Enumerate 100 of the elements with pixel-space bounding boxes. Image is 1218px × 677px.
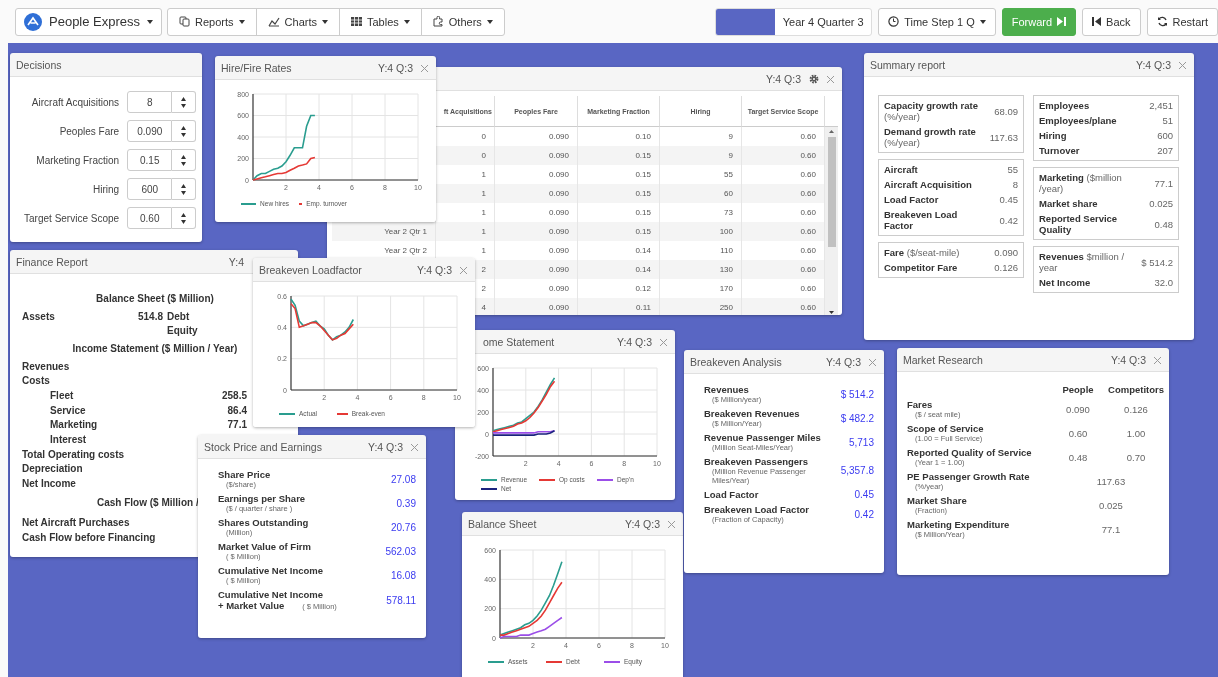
close-icon[interactable] xyxy=(869,358,876,366)
stepper-button[interactable] xyxy=(172,91,196,113)
menu-button[interactable]: Others xyxy=(420,7,505,36)
metric-label: + Market Value xyxy=(218,600,285,611)
close-icon[interactable] xyxy=(827,75,834,83)
refresh-icon xyxy=(1156,16,1168,27)
caret-icon xyxy=(322,19,328,24)
metric-label: Market Value of Firm xyxy=(218,541,311,552)
period-label: Year 4 Quarter 3 xyxy=(781,14,865,30)
period-label: Y:4 Q:3 xyxy=(1135,59,1171,71)
menu-button[interactable]: Charts xyxy=(255,7,340,36)
dropdown-button[interactable]: Time Step 1 Q xyxy=(878,7,996,36)
menu-button[interactable]: Tables xyxy=(339,7,422,36)
row-label: Equity xyxy=(167,325,198,337)
row-label: Depreciation xyxy=(22,463,83,475)
legend-swatch xyxy=(279,412,295,415)
close-icon[interactable] xyxy=(411,443,418,451)
metric-value: 0.60 xyxy=(1067,427,1089,439)
caret-icon xyxy=(147,19,154,24)
number-field[interactable]: 0.60 xyxy=(127,207,173,229)
metric-value: 8 xyxy=(1012,179,1018,190)
metric-value: 562.03 xyxy=(385,545,416,557)
menu-button[interactable]: Reports xyxy=(167,7,257,36)
metric-label: Earnings per Share xyxy=(218,493,306,504)
metric-label: Fares xyxy=(907,399,934,410)
close-icon[interactable] xyxy=(421,64,428,72)
metric-value: 0.025 xyxy=(1098,499,1124,511)
stepper-button[interactable] xyxy=(172,149,196,171)
metric-label: Breakeven Load Factor xyxy=(884,209,959,231)
legend-swatch xyxy=(604,660,620,663)
app-menu-button[interactable]: People Express xyxy=(15,7,163,36)
stepper-button[interactable] xyxy=(172,178,196,200)
restart-button[interactable]: Restart xyxy=(1146,7,1218,36)
metric-value: 117.63 xyxy=(989,131,1018,143)
scroll-up-icon[interactable] xyxy=(829,130,834,133)
close-icon[interactable] xyxy=(1179,61,1186,69)
metric-value: 207 xyxy=(1157,145,1173,156)
number-field[interactable]: 0.15 xyxy=(127,149,173,171)
metric-label: Hiring xyxy=(1039,130,1067,141)
row-value: 258.5 xyxy=(221,389,247,401)
row-label: Fleet xyxy=(50,389,74,401)
table-cell: 0.15 xyxy=(578,146,660,165)
close-icon[interactable] xyxy=(660,338,667,346)
metric-value: 5,357.8 xyxy=(840,465,874,476)
caret-icon xyxy=(403,19,410,24)
number-field[interactable]: 8 xyxy=(127,91,173,113)
legend-swatch xyxy=(481,487,497,490)
stepper-button[interactable] xyxy=(172,207,196,229)
back-button[interactable]: Back xyxy=(1082,7,1141,36)
table-cell: 0.090 xyxy=(495,184,578,203)
close-icon[interactable] xyxy=(460,266,467,274)
metric-label: Load Factor xyxy=(884,194,939,205)
metric-label: Breakeven Passengers xyxy=(704,456,810,467)
row-label: Cash Flow before Financing xyxy=(22,532,156,544)
scroll-down-icon[interactable] xyxy=(829,311,834,314)
row-label: Total Operating costs xyxy=(22,448,125,460)
table-cell: 0.090 xyxy=(495,222,578,241)
table-cell: 0.60 xyxy=(742,260,825,279)
metric-label: Load Factor xyxy=(704,489,759,500)
table-cell: 1 xyxy=(436,184,495,203)
settings-icon[interactable] xyxy=(809,74,819,84)
up-down-arrows-icon xyxy=(181,154,187,166)
metric-value: 0.42 xyxy=(854,508,874,520)
stepper-button[interactable] xyxy=(172,120,196,142)
close-icon[interactable] xyxy=(668,520,675,528)
row-label: Service xyxy=(50,404,86,416)
metric-value: 0.70 xyxy=(1125,451,1147,463)
window-title: Breakeven Analysis xyxy=(690,356,782,368)
legend-swatch xyxy=(241,202,257,205)
row-label: Net Income xyxy=(22,478,76,490)
scrollbar[interactable] xyxy=(825,127,838,315)
metric-value: 0.45 xyxy=(854,489,874,500)
metric-label: Revenues xyxy=(704,384,750,395)
puzzle-icon xyxy=(432,16,444,27)
close-icon[interactable] xyxy=(1154,356,1161,364)
legend-swatch xyxy=(539,478,555,481)
metric-label: Cumulative Net Income xyxy=(218,589,325,600)
metric-value: 77.1 xyxy=(1154,177,1173,189)
table-icon xyxy=(351,17,362,26)
metric-value: 0.48 xyxy=(1154,218,1173,230)
period-label: Y:4 xyxy=(228,256,244,268)
field-label: Aircraft Acquisitions xyxy=(30,96,120,108)
metric-label: Share Price xyxy=(218,469,271,480)
metric-label: Aircraft Acquisition xyxy=(884,179,972,190)
row-label: Interest xyxy=(50,434,87,446)
row-header: Year 2 Qtr 1 xyxy=(332,222,436,241)
period-label: Y:4 Q:3 xyxy=(616,336,652,348)
row-value: 514.8 xyxy=(137,310,163,322)
metric-value: 16.08 xyxy=(390,569,416,581)
table-cell: 0.60 xyxy=(742,222,825,241)
window-title: Breakeven Loadfactor xyxy=(259,264,362,276)
legend-swatch xyxy=(597,478,613,481)
period-label: Y:4 Q:3 xyxy=(377,62,413,74)
metric-label: Aircraft xyxy=(884,164,918,175)
number-field[interactable]: 600 xyxy=(127,178,173,200)
logo-icon xyxy=(24,12,42,31)
window-title: Summary report xyxy=(870,59,946,71)
column-header: People xyxy=(1061,384,1095,395)
number-field[interactable]: 0.090 xyxy=(127,120,173,142)
table-cell: 60 xyxy=(660,184,742,203)
